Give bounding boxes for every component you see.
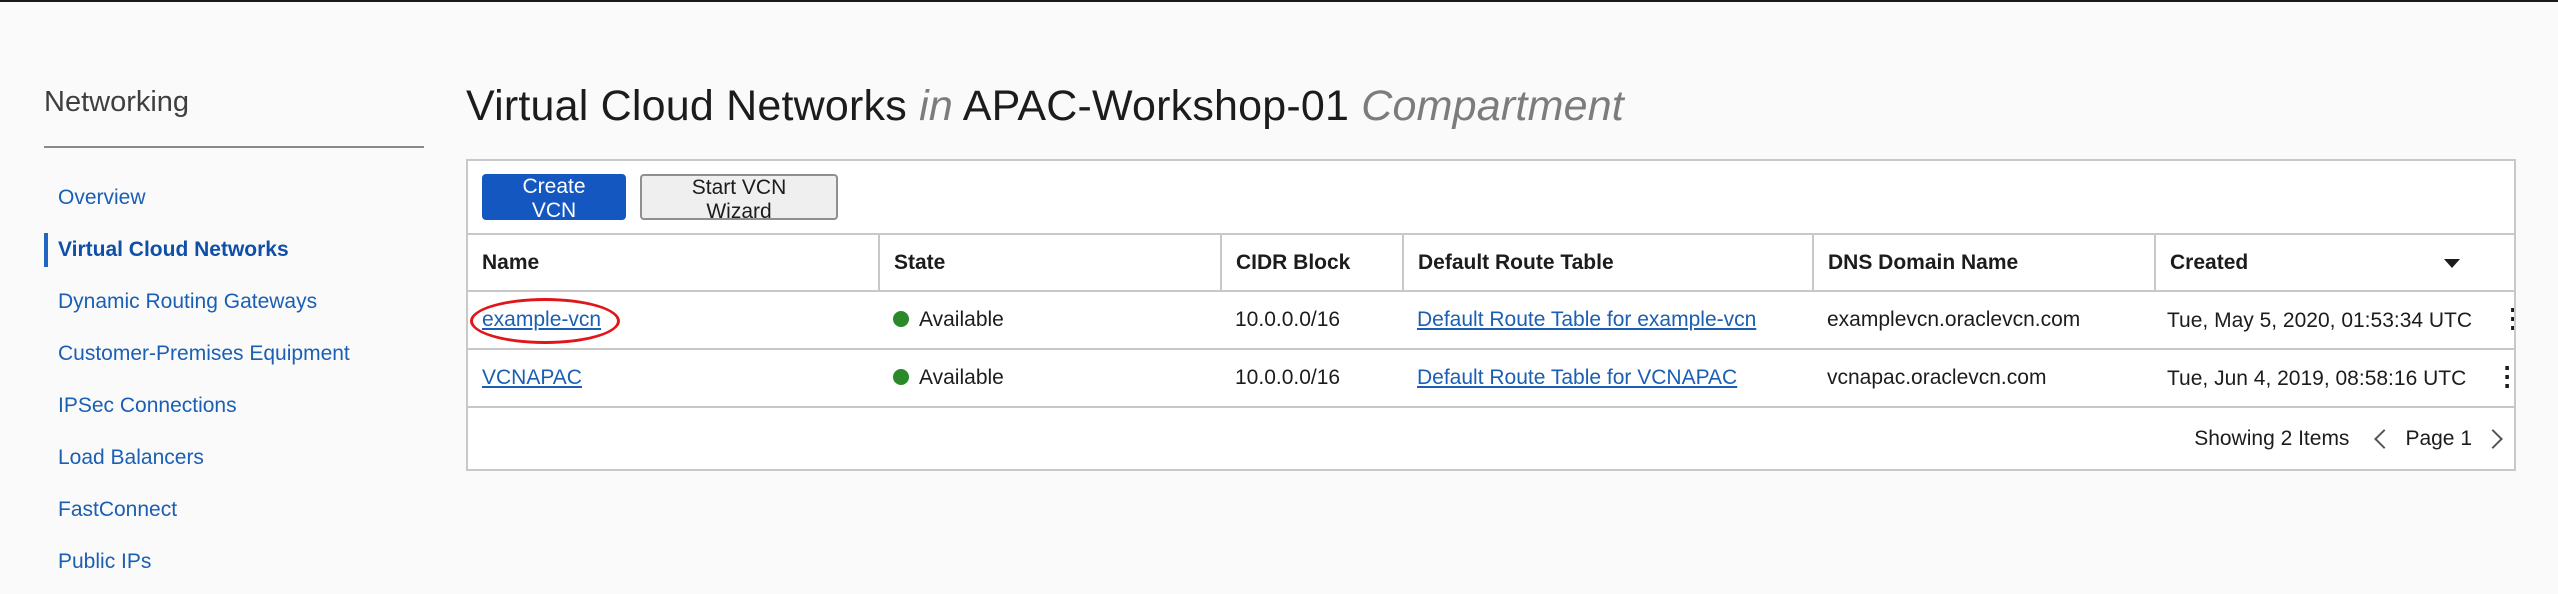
start-vcn-wizard-button[interactable]: Start VCN Wizard <box>640 174 838 223</box>
cell-cidr: 10.0.0.0/16 <box>1221 291 1403 350</box>
column-header-name[interactable]: Name <box>468 235 880 292</box>
main-content: Virtual Cloud Networks in APAC-Workshop-… <box>466 76 2516 471</box>
table-header-row: Name State CIDR Block Default Route Tabl… <box>468 235 2514 292</box>
column-header-state[interactable]: State <box>879 235 1222 292</box>
cell-state: Available <box>879 291 1221 350</box>
sidebar-item-ipsec-connections[interactable]: IPSec Connections <box>44 380 424 432</box>
state-label: Available <box>919 366 1004 389</box>
table-footer: Showing 2 Items Page 1 <box>468 408 2514 470</box>
vcn-table: Name State CIDR Block Default Route Tabl… <box>468 235 2514 408</box>
vcn-list-panel: Create VCN Start VCN Wizard Name State C… <box>466 159 2516 471</box>
sidebar-item-customer-premises-equipment[interactable]: Customer-Premises Equipment <box>44 328 424 380</box>
created-date: Tue, May 5, 2020, 01:53:34 UTC <box>2167 308 2473 332</box>
page-title-in: in <box>919 82 953 130</box>
column-header-default-route-table[interactable]: Default Route Table <box>1403 235 1814 292</box>
column-header-created[interactable]: Created <box>2155 235 2514 292</box>
column-header-dns-domain-name[interactable]: DNS Domain Name <box>1813 235 2156 292</box>
vcn-name-link[interactable]: example-vcn <box>482 308 601 331</box>
cell-name: VCNAPAC <box>468 349 879 408</box>
route-table-link[interactable]: Default Route Table for VCNAPAC <box>1417 366 1737 389</box>
page-title-compartment-word: Compartment <box>1361 82 1624 130</box>
row-actions-menu-icon[interactable]: ⋮ <box>2492 363 2514 389</box>
pagination: Page 1 <box>2374 427 2503 451</box>
sidebar-item-virtual-cloud-networks[interactable]: Virtual Cloud Networks <box>44 224 424 276</box>
cell-created: Tue, May 5, 2020, 01:53:34 UTC ⋮ <box>2155 291 2514 350</box>
column-header-cidr-block[interactable]: CIDR Block <box>1221 235 1404 292</box>
sidebar-nav: Overview Virtual Cloud Networks Dynamic … <box>44 172 424 588</box>
toolbar: Create VCN Start VCN Wizard <box>468 161 2514 235</box>
page-title: Virtual Cloud Networks in APAC-Workshop-… <box>466 76 2516 136</box>
chevron-left-icon[interactable] <box>2374 429 2395 449</box>
cell-created: Tue, Jun 4, 2019, 08:58:16 UTC ⋮ <box>2155 349 2514 408</box>
status-available-icon <box>893 369 909 385</box>
cell-cidr: 10.0.0.0/16 <box>1221 349 1403 408</box>
vcn-link-wrapper: example-vcn <box>470 298 620 344</box>
create-vcn-button[interactable]: Create VCN <box>482 174 626 222</box>
top-border <box>0 0 2558 2</box>
table-row: VCNAPAC Available 10.0.0.0/16 Default Ro… <box>468 349 2514 408</box>
table-row: example-vcn Available 10.0.0.0/16 Defaul… <box>468 291 2514 350</box>
column-header-created-label: Created <box>2170 250 2249 274</box>
sidebar-item-fastconnect[interactable]: FastConnect <box>44 484 424 536</box>
chevron-right-icon[interactable] <box>2483 429 2503 449</box>
cell-route-table: Default Route Table for example-vcn <box>1403 291 1813 350</box>
sort-descending-icon[interactable] <box>2444 259 2460 268</box>
created-date: Tue, Jun 4, 2019, 08:58:16 UTC <box>2167 366 2467 390</box>
sidebar-item-dynamic-routing-gateways[interactable]: Dynamic Routing Gateways <box>44 276 424 328</box>
cell-name: example-vcn <box>468 291 879 350</box>
page-indicator: Page 1 <box>2405 427 2472 450</box>
route-table-link[interactable]: Default Route Table for example-vcn <box>1417 308 1756 331</box>
state-label: Available <box>919 308 1004 331</box>
vcn-name-link[interactable]: VCNAPAC <box>482 366 582 389</box>
cell-dns: examplevcn.oraclevcn.com <box>1813 291 2155 350</box>
cell-route-table: Default Route Table for VCNAPAC <box>1403 349 1813 408</box>
sidebar-item-overview[interactable]: Overview <box>44 172 424 224</box>
sidebar-item-public-ips[interactable]: Public IPs <box>44 536 424 588</box>
row-actions-menu-icon[interactable]: ⋮ <box>2498 305 2514 331</box>
compartment-name: APAC-Workshop-01 <box>962 82 1350 130</box>
sidebar-item-load-balancers[interactable]: Load Balancers <box>44 432 424 484</box>
status-available-icon <box>893 311 909 327</box>
cell-dns: vcnapac.oraclevcn.com <box>1813 349 2155 408</box>
cell-state: Available <box>879 349 1221 408</box>
sidebar-title: Networking <box>44 86 424 148</box>
sidebar: Networking Overview Virtual Cloud Networ… <box>44 86 424 588</box>
item-count: Showing 2 Items <box>2194 427 2350 450</box>
page-title-main: Virtual Cloud Networks <box>466 82 907 130</box>
